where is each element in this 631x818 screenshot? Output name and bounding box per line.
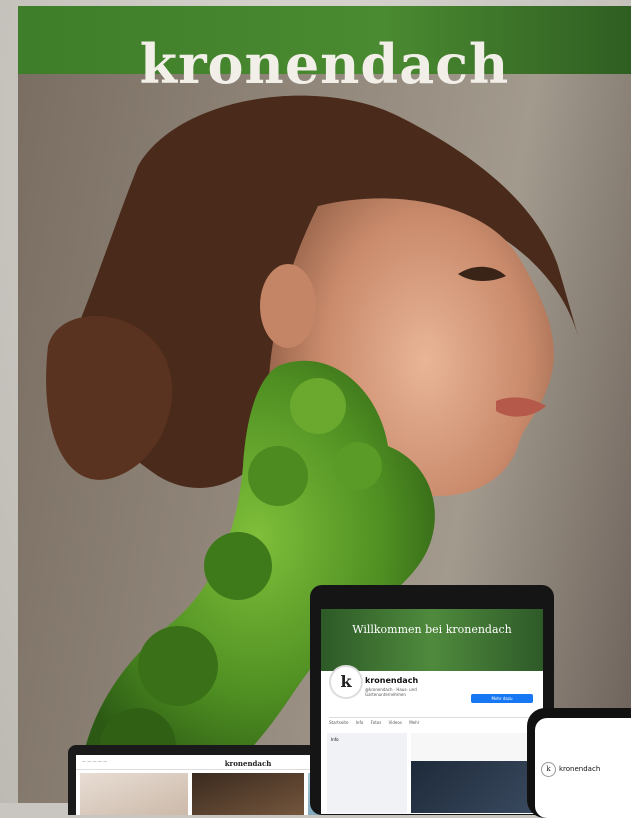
tab-home[interactable]: Startseite [329,720,348,725]
phone-avatar: k [541,762,556,777]
phone-mockup: k kronendach [527,708,631,818]
ear [260,264,316,348]
tab-photos[interactable]: Fotos [371,720,382,725]
tablet-screen: Willkommen bei kronendach k kronendach @… [321,609,543,814]
cover-text: Willkommen bei kronendach [352,623,512,636]
page-name: kronendach [365,676,419,685]
phone-screen: k kronendach [535,718,631,818]
website-image-1 [80,773,188,815]
post-card [411,733,537,813]
facebook-cover: Willkommen bei kronendach [321,609,543,671]
tab-info[interactable]: Info [356,720,364,725]
info-label: Info [331,737,339,742]
page-tabs: Startseite Info Fotos Videos Mehr [329,717,535,728]
phone-account-name: kronendach [559,765,601,773]
tablet-mockup: Willkommen bei kronendach k kronendach @… [310,585,554,815]
poster-title: kronendach [139,32,510,96]
more-info-button[interactable]: Mehr dazu [471,694,533,703]
page-subtitle: @kronendach · Haus- und Gartenunternehme… [365,687,417,697]
info-panel: Info [327,733,407,813]
profile-avatar: k [329,665,363,699]
website-image-2 [192,773,304,815]
tab-more[interactable]: Mehr [409,720,419,725]
tab-videos[interactable]: Videos [389,720,402,725]
post-image [411,761,537,813]
